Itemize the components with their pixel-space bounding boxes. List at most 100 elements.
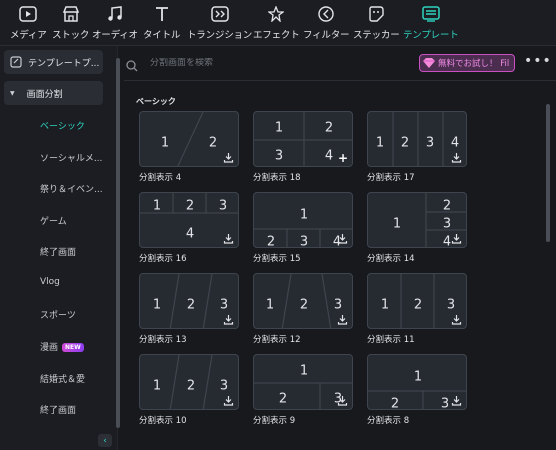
more-options-icon[interactable]: •••	[524, 53, 552, 69]
pane-number: 3	[220, 298, 228, 313]
search-box[interactable]	[124, 52, 414, 74]
toolbar-title[interactable]: タイトル	[143, 4, 180, 44]
template-card-label: 分割表示 10	[139, 416, 187, 426]
pane-number: 3	[447, 298, 455, 313]
free-trial-button[interactable]: 無料でお試し！ Fil	[419, 54, 515, 72]
collapse-sidebar-button[interactable]: ‹	[98, 434, 112, 447]
sidebar-item-basic[interactable]: ベーシック	[40, 119, 85, 132]
search-row: 無料でお試し！ Fil •••	[124, 52, 556, 74]
toolbar-label: ステッカー	[353, 30, 400, 41]
sidebar-item-end-screen[interactable]: 終了画面	[40, 245, 76, 258]
pane-number: 1	[376, 136, 384, 151]
sidebar-item-end-screen-2[interactable]: 終了画面	[40, 403, 76, 416]
template-card[interactable]: 1 2 3 4 分割表示 14	[367, 192, 467, 264]
template-card[interactable]: 1 2 3 分割表示 11	[367, 273, 467, 345]
split-divider-line	[169, 355, 180, 409]
sidebar-item-social-media[interactable]: ソーシャルメ...	[40, 151, 102, 164]
pane-number: 3	[443, 217, 451, 232]
sidebar-group-split-screen[interactable]: ▼ 画面分割	[4, 81, 103, 105]
download-icon[interactable]	[451, 395, 462, 406]
download-icon[interactable]	[451, 152, 462, 163]
template-card[interactable]: 1 2 3 分割表示 10	[139, 354, 239, 426]
template-thumbnail: 1234	[139, 192, 239, 248]
toolbar-sticker[interactable]: ステッカー	[353, 4, 400, 44]
toolbar-transition[interactable]: トランジション	[187, 4, 252, 44]
template-card[interactable]: 1 2 3 分割表示 12	[253, 273, 353, 345]
transition-icon	[210, 4, 230, 24]
pane-number: 1	[414, 370, 422, 385]
download-icon[interactable]	[337, 314, 348, 325]
template-card[interactable]: 1 2 3 4 + 分割表示 18	[253, 111, 353, 183]
toolbar-label: テンプレート	[403, 30, 459, 41]
sidebar-item-festival-event[interactable]: 祭り＆イベン...	[40, 182, 103, 195]
add-icon[interactable]: +	[338, 152, 348, 164]
template-card[interactable]: 1 2 3 4 分割表示 16	[139, 192, 239, 264]
toolbar-media[interactable]: メディア	[10, 4, 47, 44]
template-card-label: 分割表示 8	[367, 416, 410, 426]
top-toolbar: メディア ストック オーディオ タイトル トランジション エフェクト フィルター…	[0, 0, 556, 46]
download-icon[interactable]	[223, 152, 234, 163]
sidebar-item-wedding-love[interactable]: 結婚式＆愛	[40, 372, 85, 385]
download-icon[interactable]	[223, 314, 234, 325]
toolbar-effect[interactable]: エフェクト	[253, 4, 300, 44]
download-icon[interactable]	[451, 314, 462, 325]
split-divider-line	[202, 274, 213, 328]
template-thumbnail: 123	[253, 354, 353, 410]
download-icon[interactable]	[451, 233, 462, 244]
search-icon	[126, 57, 138, 72]
template-card[interactable]: 1 2 3 4 分割表示 15	[253, 192, 353, 264]
pane-number: 4	[325, 149, 333, 164]
pane-number: 1	[393, 217, 401, 232]
toolbar-stock[interactable]: ストック	[52, 4, 89, 44]
template-card[interactable]: 1 2 分割表示 4	[139, 111, 239, 183]
pane-number: 2	[279, 392, 287, 407]
sidebar-template-category[interactable]: テンプレートプ...	[4, 50, 103, 74]
sidebar-item-vlog[interactable]: Vlog	[40, 277, 60, 287]
category-sidebar: テンプレートプ... ▼ 画面分割 ベーシック ソーシャルメ... 祭り＆イベン…	[0, 46, 118, 450]
search-input[interactable]	[150, 58, 400, 68]
free-trial-label: 無料でお試し！ Fil	[438, 59, 510, 69]
toolbar-filter[interactable]: フィルター	[303, 4, 350, 44]
toolbar-label: オーディオ	[92, 30, 138, 41]
caret-down-icon: ▼	[10, 89, 15, 97]
download-icon[interactable]	[223, 395, 234, 406]
template-thumbnail: 1234	[367, 192, 467, 248]
pane-number: 1	[381, 298, 389, 313]
template-card[interactable]: 1 2 3 分割表示 13	[139, 273, 239, 345]
template-card-label: 分割表示 16	[139, 254, 187, 264]
sidebar-item-label: 漫画	[40, 343, 59, 353]
toolbar-label: メディア	[10, 30, 47, 41]
toolbar-template[interactable]: テンプレート	[403, 4, 459, 44]
download-icon[interactable]	[337, 233, 348, 244]
download-icon[interactable]	[223, 233, 234, 244]
template-thumbnail: 1234	[253, 192, 353, 248]
pane-number: 3	[426, 136, 434, 151]
template-thumbnail: 123	[253, 273, 353, 329]
main-scrollbar[interactable]	[546, 104, 550, 242]
title-icon	[152, 4, 172, 24]
sidebar-scrollbar[interactable]	[116, 58, 120, 428]
sidebar-item-manga[interactable]: 漫画 NEW	[40, 340, 84, 353]
split-divider-line	[169, 274, 180, 328]
pane-number: 2	[209, 136, 217, 151]
chevron-left-icon: ‹	[103, 435, 107, 446]
template-card[interactable]: 1 2 3 分割表示 8	[367, 354, 467, 426]
pane-number: 1	[153, 298, 161, 313]
stock-icon	[61, 4, 81, 24]
pane-number: 3	[300, 235, 308, 249]
template-card[interactable]: 1 2 3 4 分割表示 17	[367, 111, 467, 183]
sidebar-item-game[interactable]: ゲーム	[40, 214, 67, 227]
template-card-label: 分割表示 4	[139, 173, 182, 183]
template-card-label: 分割表示 13	[139, 335, 187, 345]
pane-number: 1	[300, 208, 308, 223]
split-divider-line	[177, 112, 204, 166]
pane-number: 3	[220, 379, 228, 394]
pane-number: 2	[267, 235, 275, 249]
template-thumbnail: 12	[139, 111, 239, 167]
download-icon[interactable]	[337, 395, 348, 406]
template-card[interactable]: 1 2 3 分割表示 9	[253, 354, 353, 426]
toolbar-audio[interactable]: オーディオ	[92, 4, 138, 44]
sidebar-item-sports[interactable]: スポーツ	[40, 308, 76, 321]
pane-number: 1	[161, 136, 169, 151]
template-icon	[421, 4, 441, 24]
